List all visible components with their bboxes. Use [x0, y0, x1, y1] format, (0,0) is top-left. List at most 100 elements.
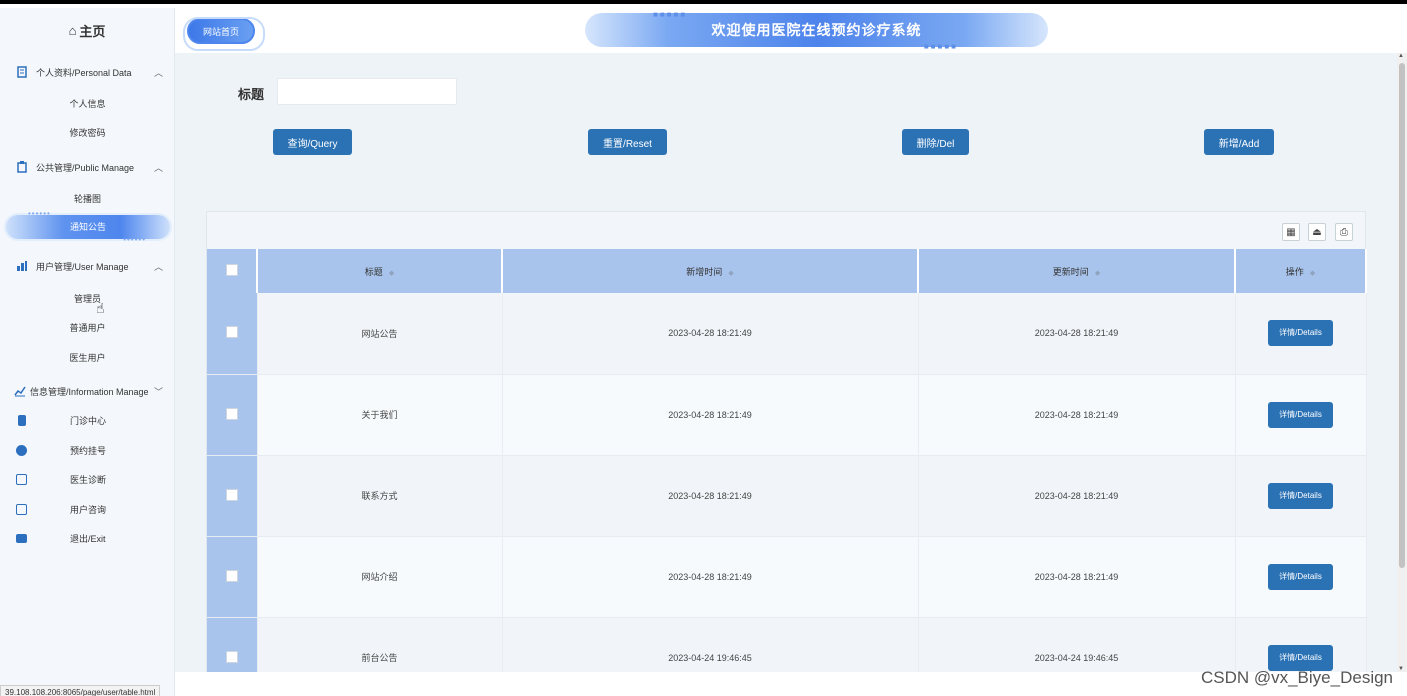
table-row: 前台公告 2023-04-24 19:46:45 2023-04-24 19:4…: [207, 617, 1367, 672]
book-icon: [16, 533, 27, 543]
menu-group-label: 信息管理/Information Manage: [30, 386, 149, 397]
menu-group-personal-data[interactable]: 个人资料/Personal Data ︿: [0, 61, 175, 83]
cell-updated: 2023-04-24 19:46:45: [918, 617, 1236, 672]
cell-title: 网站公告: [257, 293, 503, 375]
details-button[interactable]: 详情/Details: [1268, 401, 1333, 428]
cell-updated: 2023-04-28 18:21:49: [918, 536, 1236, 618]
row-select-cell: [207, 536, 258, 618]
sidebar-item-appointment[interactable]: 预约挂号: [0, 439, 175, 461]
sidebar-item-carousel[interactable]: 轮播图: [0, 188, 175, 210]
status-url: 39.108.108.206:8065/page/user/table.html: [0, 685, 161, 696]
column-header-title[interactable]: 标题 ◆: [257, 249, 503, 293]
columns-icon[interactable]: ▦: [1282, 223, 1300, 241]
watermark-text: CSDN @vx_Biye_Design: [1200, 668, 1393, 687]
row-select-cell: [207, 293, 258, 375]
chevron-up-icon: ︿: [153, 162, 163, 173]
row-select-cell: [207, 617, 258, 672]
details-button[interactable]: 详情/Details: [1268, 644, 1333, 671]
document-icon: [16, 66, 28, 78]
query-button[interactable]: 查询/Query: [273, 129, 352, 155]
site-home-button[interactable]: 网站首页: [183, 17, 265, 51]
select-all-checkbox[interactable]: [225, 264, 238, 276]
menu-group-user-manage[interactable]: 用户管理/User Manage ︿: [0, 255, 175, 277]
row-checkbox[interactable]: [225, 569, 238, 582]
banner-title: ■■■■■ 欢迎使用医院在线预约诊疗系统 ■■■■■: [585, 10, 1048, 51]
bookmark-icon: [18, 414, 26, 426]
cell-created: 2023-04-28 18:21:49: [502, 536, 919, 618]
add-button[interactable]: 新增/Add: [1204, 129, 1274, 155]
scrollbar-thumb[interactable]: [1399, 63, 1405, 568]
sidebar-item-admin[interactable]: 管理员: [0, 288, 175, 310]
cell-title: 网站介绍: [257, 536, 503, 618]
data-table-card: ▦ ⏏ ⎙ 标题 ◆ 新增时间 ◆ 更新时间 ◆ 操作 ◆ 网站公告 2023-…: [206, 211, 1367, 672]
decoration-dots: ■■■■■: [653, 10, 688, 19]
sidebar-item-clinic-center[interactable]: 门诊中心: [0, 409, 175, 431]
calendar-icon: [16, 473, 27, 485]
cell-title: 关于我们: [257, 374, 503, 456]
sidebar-item-doctor-users[interactable]: 医生用户: [0, 347, 175, 369]
column-header-label: 标题: [364, 266, 383, 277]
table-toolbar: ▦ ⏏ ⎙: [207, 212, 1365, 249]
export-icon[interactable]: ⏏: [1308, 223, 1326, 241]
row-checkbox[interactable]: [225, 407, 238, 420]
sidebar-home[interactable]: ⌂ 主页: [0, 8, 174, 52]
row-checkbox[interactable]: [225, 488, 238, 501]
sidebar-item-label: 门诊中心: [70, 415, 107, 426]
chevron-up-icon: ︿: [153, 67, 163, 78]
menu-group-label: 公共管理/Public Manage: [36, 162, 135, 173]
column-header-created[interactable]: 新增时间 ◆: [502, 249, 919, 293]
sidebar: ⌂ 主页 个人资料/Personal Data ︿ 个人信息 修改密码 公共管理…: [0, 8, 175, 696]
cell-actions: 详情/Details: [1235, 536, 1367, 618]
cell-updated: 2023-04-28 18:21:49: [918, 293, 1236, 375]
menu-group-public-manage[interactable]: 公共管理/Public Manage ︿: [0, 156, 175, 178]
cell-actions: 详情/Details: [1235, 293, 1367, 375]
menu-group-information-manage[interactable]: 信息管理/Information Manage ﹀: [0, 380, 175, 402]
sidebar-item-label: 用户咨询: [70, 504, 107, 515]
cell-created: 2023-04-28 18:21:49: [502, 293, 919, 375]
row-checkbox[interactable]: [225, 326, 238, 339]
sort-icon[interactable]: ◆: [1095, 270, 1100, 277]
cell-updated: 2023-04-28 18:21:49: [918, 455, 1236, 537]
column-header-actions[interactable]: 操作 ◆: [1235, 249, 1367, 293]
scroll-up-icon[interactable]: ▲: [1398, 53, 1404, 59]
sidebar-item-regular-users[interactable]: 普通用户: [0, 317, 175, 339]
sort-icon[interactable]: ◆: [728, 270, 733, 277]
column-header-label: 更新时间: [1052, 266, 1089, 277]
cell-actions: 详情/Details: [1235, 617, 1367, 672]
sidebar-item-label: 通知公告: [69, 222, 106, 232]
sidebar-item-consultation[interactable]: 用户咨询: [0, 498, 175, 520]
row-checkbox[interactable]: [225, 650, 238, 663]
delete-button[interactable]: 删除/Del: [902, 129, 969, 155]
cell-title: 联系方式: [257, 455, 503, 537]
sidebar-item-exit[interactable]: 退出/Exit: [0, 527, 175, 549]
sidebar-item-change-password[interactable]: 修改密码: [0, 122, 175, 144]
sidebar-item-notice[interactable]: •••••• 通知公告 ••••••: [6, 210, 170, 244]
chevron-up-icon: ︿: [153, 261, 163, 272]
sidebar-item-label: 退出/Exit: [70, 533, 106, 544]
column-header-updated[interactable]: 更新时间 ◆: [918, 249, 1236, 293]
print-icon[interactable]: ⎙: [1335, 223, 1353, 241]
sidebar-item-personal-info[interactable]: 个人信息: [0, 93, 175, 115]
sidebar-item-label: 预约挂号: [70, 445, 107, 456]
reset-button[interactable]: 重置/Reset: [588, 129, 667, 155]
details-button[interactable]: 详情/Details: [1268, 320, 1333, 347]
cell-created: 2023-04-28 18:21:49: [502, 374, 919, 456]
sort-icon[interactable]: ◆: [389, 270, 394, 277]
app-window: ⌂ 主页 个人资料/Personal Data ︿ 个人信息 修改密码 公共管理…: [0, 0, 1407, 696]
title-search-input[interactable]: [277, 78, 457, 105]
scroll-down-icon[interactable]: ▼: [1398, 666, 1404, 672]
main-content: 标题 查询/Query 重置/Reset 删除/Del 新增/Add ▦ ⏏ ⎙…: [175, 53, 1397, 672]
row-select-cell: [207, 455, 258, 537]
sidebar-home-label: 主页: [79, 23, 106, 39]
table-row: 联系方式 2023-04-28 18:21:49 2023-04-28 18:2…: [207, 455, 1367, 537]
search-label: 标题: [238, 87, 265, 102]
sidebar-item-label: 医生诊断: [70, 474, 107, 485]
details-button[interactable]: 详情/Details: [1268, 482, 1333, 509]
sort-icon[interactable]: ◆: [1310, 270, 1315, 277]
mouse-cursor-icon: ☝: [96, 300, 105, 316]
cell-created: 2023-04-28 18:21:49: [502, 455, 919, 537]
decoration-dots: ••••••: [123, 235, 146, 244]
details-button[interactable]: 详情/Details: [1268, 563, 1333, 590]
vertical-scrollbar[interactable]: ▲ ▼: [1397, 53, 1407, 672]
sidebar-item-diagnosis[interactable]: 医生诊断: [0, 468, 175, 490]
